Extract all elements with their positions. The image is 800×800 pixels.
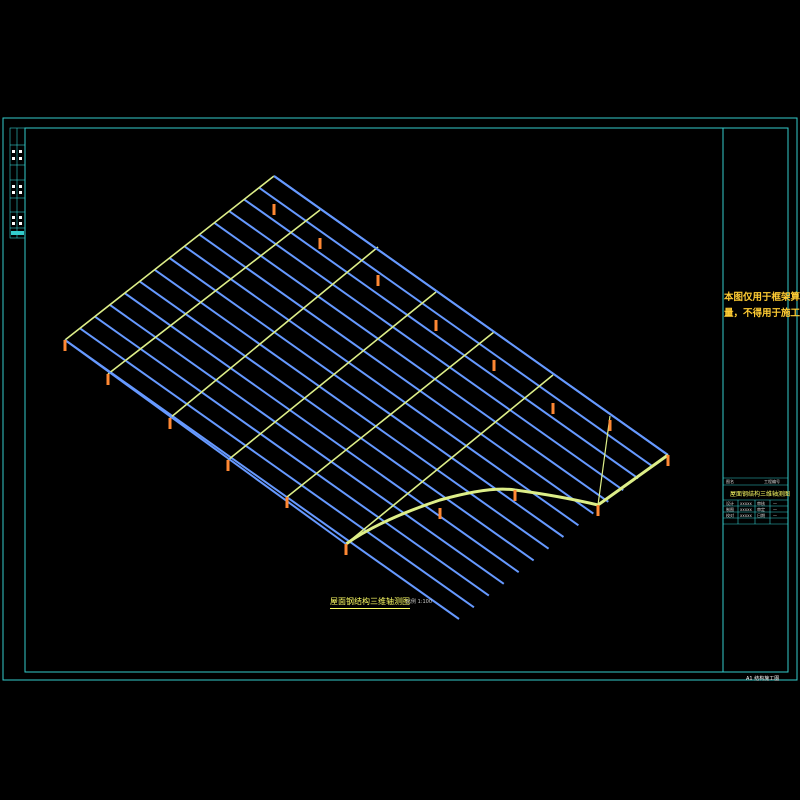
steel-column — [226, 460, 230, 471]
disclaimer-line-1: 本图仅用于框架算 — [724, 292, 800, 303]
steel-column — [376, 275, 380, 286]
steel-column — [168, 418, 172, 429]
disclaimer-note: 本图仅用于框架算 量，不得用于施工 — [724, 290, 800, 322]
binding-strip-marks — [11, 150, 24, 235]
titleblock-cell: 日期 — [757, 513, 765, 518]
purlin — [258, 186, 654, 468]
purlin — [213, 222, 609, 503]
purlin — [109, 304, 505, 585]
steel-column — [596, 505, 600, 516]
titleblock-cell: 校对 — [726, 513, 734, 518]
steel-column — [344, 544, 348, 555]
cad-drawing-canvas — [2, 117, 798, 681]
steel-column — [106, 374, 110, 385]
purlin — [94, 315, 490, 597]
steel-column — [551, 403, 555, 414]
steel-column — [438, 508, 442, 519]
purlin — [228, 210, 624, 491]
binding-strip — [9, 127, 26, 239]
purlin — [139, 280, 535, 562]
titleblock-cell: — — [773, 507, 777, 512]
rafter — [64, 175, 275, 341]
purlin — [198, 233, 594, 515]
purlin — [79, 327, 475, 609]
purlin — [243, 198, 639, 480]
rafter — [345, 374, 554, 545]
titleblock-cell: xxxxx — [740, 507, 752, 512]
rafter — [107, 209, 321, 375]
purlin — [153, 268, 550, 550]
purlin — [124, 292, 520, 573]
titleblock-project-title: 屋面钢结构三维轴测图 — [730, 491, 791, 498]
disclaimer-line-2: 量，不得用于施工 — [724, 308, 800, 319]
sheet-number: A1 结构施工图 — [746, 676, 780, 682]
steel-column — [285, 497, 289, 508]
titleblock-cell: — — [773, 501, 777, 506]
purlin — [183, 245, 580, 527]
steel-column — [492, 360, 496, 371]
steel-column — [513, 490, 517, 501]
titleblock-cell: xxxxx — [740, 501, 752, 506]
steel-column — [318, 238, 322, 249]
steel-column — [608, 420, 612, 431]
sheet-inner-border — [24, 127, 789, 673]
titleblock-head-right: 工程编号 — [764, 479, 780, 484]
titleblock-head-left: 图名 — [726, 479, 734, 484]
eave-purlin — [273, 175, 669, 456]
titleblock-cell: — — [773, 513, 777, 518]
steel-column — [63, 340, 67, 351]
drawing-scale: 比例 1:100 — [406, 599, 432, 605]
purlin — [168, 257, 565, 538]
rafter — [286, 331, 495, 498]
rafter — [169, 246, 379, 419]
steel-column — [272, 204, 276, 215]
curved-front-beam — [345, 453, 669, 546]
steel-column — [666, 455, 670, 466]
drawing-caption: 屋面钢结构三维轴测图 — [330, 596, 410, 609]
rafter — [227, 291, 437, 461]
steel-column — [434, 320, 438, 331]
titleblock-cell: xxxxx — [740, 513, 752, 518]
